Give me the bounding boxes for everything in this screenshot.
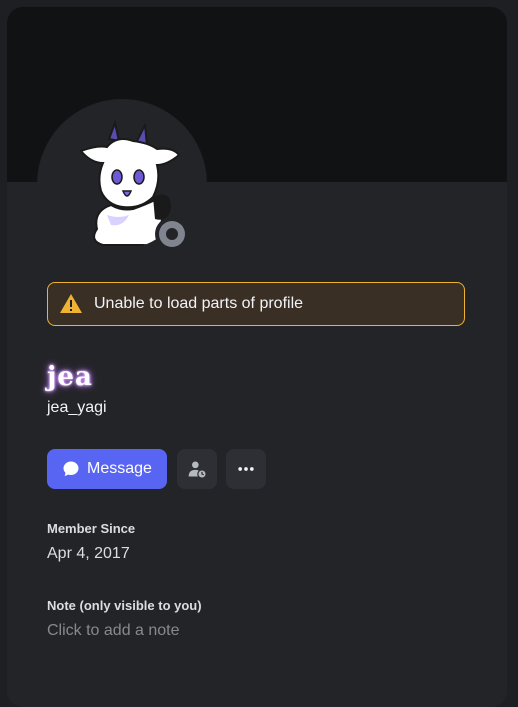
pending-friend-icon	[188, 461, 207, 479]
more-horizontal-icon	[238, 467, 254, 471]
username[interactable]: jea_yagi	[47, 399, 107, 417]
more-options-button[interactable]	[226, 449, 266, 489]
message-button[interactable]: Message	[47, 449, 167, 489]
profile-card: Unable to load parts of profile jea jea_…	[7, 7, 507, 707]
friend-request-pending-button[interactable]	[177, 449, 217, 489]
warning-text: Unable to load parts of profile	[94, 295, 304, 312]
note-title: Note (only visible to you)	[47, 598, 202, 613]
offline-status-icon	[159, 221, 185, 247]
display-name[interactable]: jea	[47, 362, 93, 392]
profile-load-warning: Unable to load parts of profile	[47, 282, 465, 326]
avatar-frame	[37, 99, 207, 269]
warning-triangle-icon	[60, 294, 82, 313]
note-input[interactable]: Click to add a note	[47, 622, 465, 646]
member-since-title: Member Since	[47, 521, 136, 536]
member-since-value: Apr 4, 2017	[47, 545, 130, 562]
status-indicator	[155, 217, 189, 251]
message-button-label: Message	[87, 460, 152, 477]
chat-bubble-icon	[63, 461, 79, 477]
